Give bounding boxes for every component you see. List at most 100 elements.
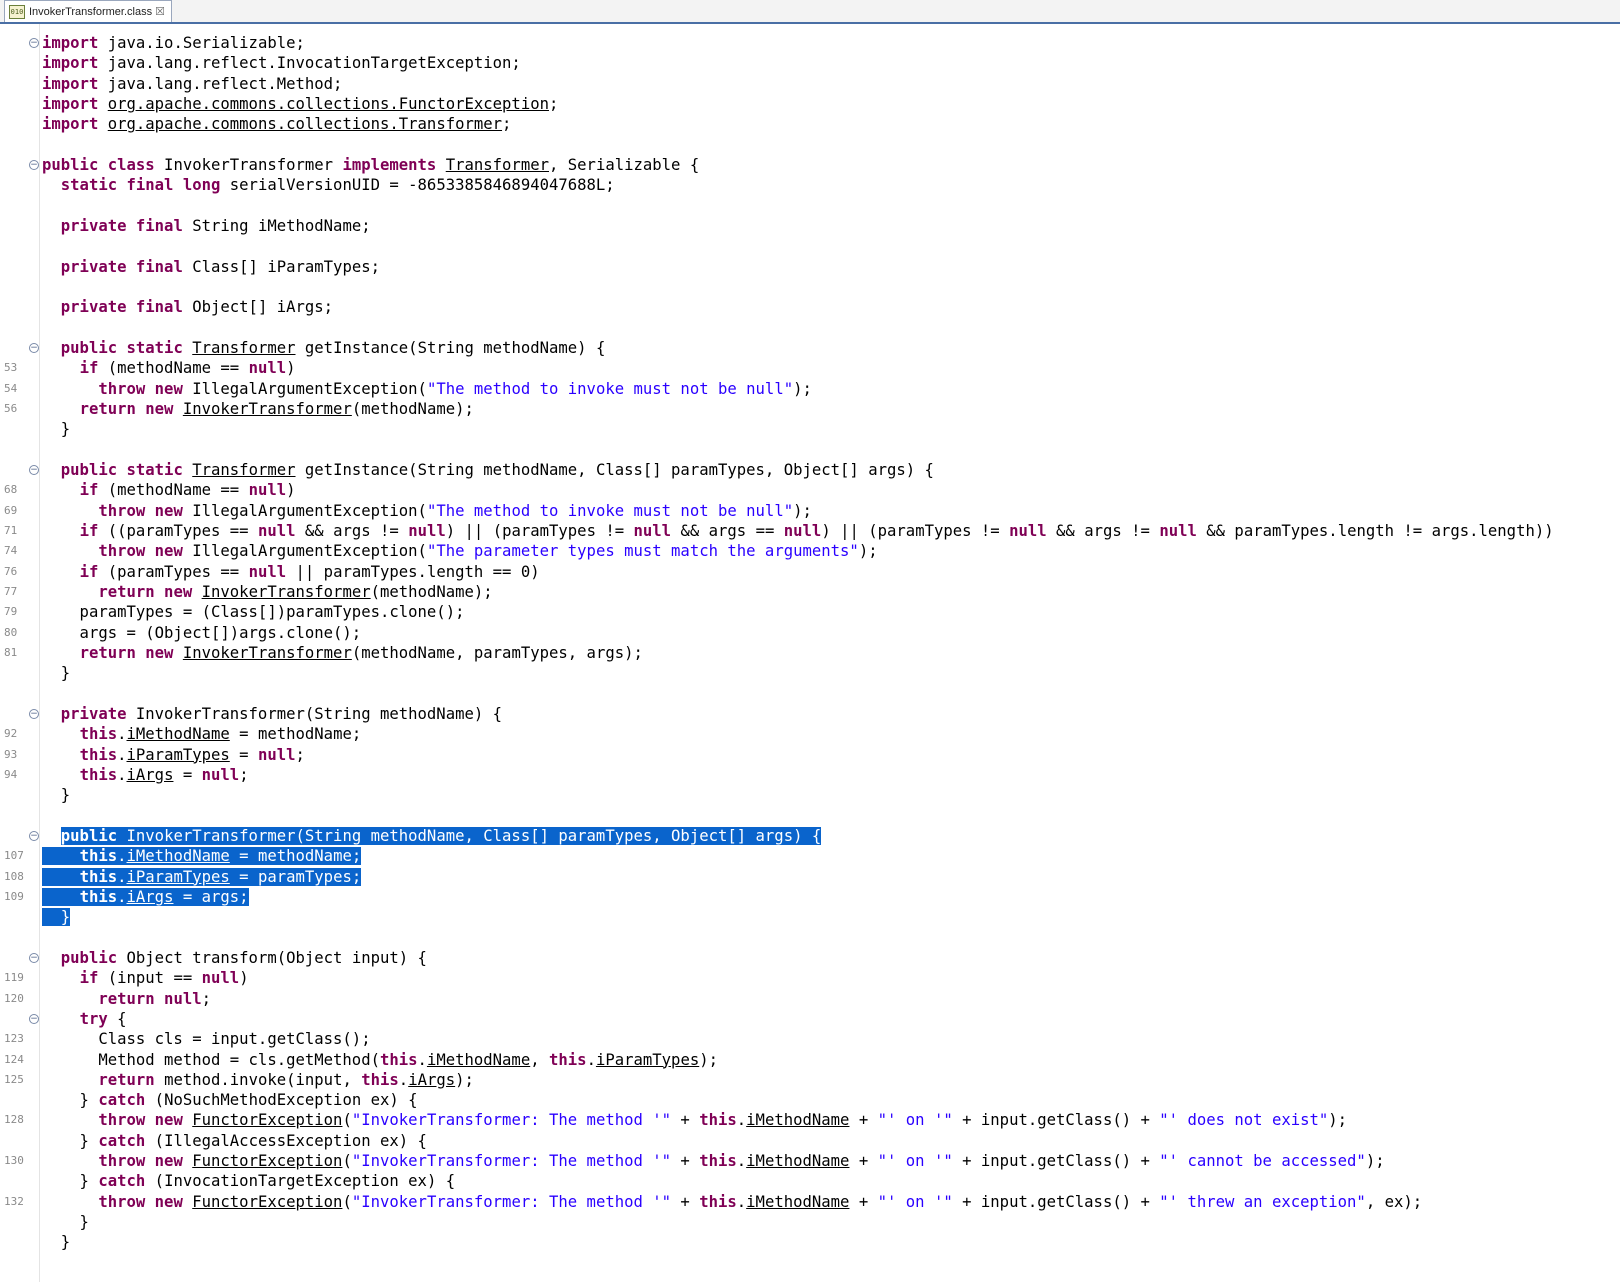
line-number: 123 [4,1032,24,1046]
code-line[interactable]: 80 args = (Object[])args.clone(); [0,623,1620,643]
fold-toggle-icon[interactable]: − [29,1013,39,1024]
code-line[interactable] [0,684,1620,704]
fold-toggle-icon[interactable]: − [29,830,39,841]
code-line[interactable]: − public static Transformer getInstance(… [0,338,1620,358]
code-line[interactable]: private final Class[] iParamTypes; [0,257,1620,277]
code-line[interactable] [0,440,1620,460]
code-text: public class InvokerTransformer implemen… [42,155,700,174]
code-line[interactable]: static final long serialVersionUID = -86… [0,175,1620,195]
code-editor[interactable]: − import java.io.Serializable; import java… [0,24,1620,1282]
code-line[interactable]: import java.lang.reflect.InvocationTarge… [0,53,1620,73]
line-number: 69 [4,503,18,517]
code-line[interactable]: 71 if ((paramTypes == null && args != nu… [0,521,1620,541]
code-line[interactable] [0,318,1620,338]
code-line[interactable]: } catch (InvocationTargetException ex) { [0,1171,1620,1191]
code-line[interactable]: 124 Method method = cls.getMethod(this.i… [0,1050,1620,1070]
code-line[interactable]: 123 Class cls = input.getClass(); [0,1029,1620,1049]
fold-toggle-icon[interactable]: − [29,342,39,353]
code-text: import java.io.Serializable; [42,34,305,52]
code-text: return new InvokerTransformer(methodName… [79,643,643,662]
code-line[interactable]: } [0,419,1620,439]
code-line[interactable]: 54 throw new IllegalArgumentException("T… [0,379,1620,399]
code-text: import org.apache.commons.collections.Fu… [42,94,559,113]
code-line[interactable]: − public static Transformer getInstance(… [0,460,1620,480]
code-line[interactable]: 109 this.iArgs = args; [0,887,1620,907]
code-line[interactable]: 108 this.iParamTypes = paramTypes; [0,867,1620,887]
code-line[interactable]: 76 if (paramTypes == null || paramTypes.… [0,562,1620,582]
code-line[interactable]: 68 if (methodName == null) [0,480,1620,500]
code-line[interactable]: import org.apache.commons.collections.Fu… [0,94,1620,114]
code-line[interactable]: } catch (NoSuchMethodException ex) { [0,1090,1620,1110]
fold-toggle-icon[interactable]: − [29,159,39,170]
code-line[interactable]: } [0,1212,1620,1232]
code-line[interactable]: } [0,907,1620,927]
code-line[interactable] [0,236,1620,256]
code-line[interactable] [0,806,1620,826]
code-text: public static Transformer getInstance(St… [60,338,606,357]
code-text: this.iParamTypes = null; [79,745,305,764]
code-line[interactable]: 120 return null; [0,989,1620,1009]
fold-toggle-icon[interactable]: − [29,464,39,475]
code-text: public static Transformer getInstance(St… [60,460,934,479]
code-line[interactable]: − import java.io.Serializable; [0,33,1620,53]
code-line[interactable]: } [0,663,1620,683]
code-line[interactable] [0,928,1620,948]
line-number: 92 [4,727,18,741]
code-line[interactable]: 125 return method.invoke(input, this.iAr… [0,1070,1620,1090]
editor-tab[interactable]: 010 InvokerTransformer.class ☒ [4,0,172,22]
line-number: 125 [4,1072,24,1086]
code-line[interactable]: − public class InvokerTransformer impleme… [0,155,1620,175]
code-line[interactable] [0,135,1620,155]
code-line[interactable]: 132 throw new FunctorException("InvokerT… [0,1192,1620,1212]
code-text: public Object transform(Object input) { [60,948,427,967]
code-line[interactable]: 69 throw new IllegalArgumentException("T… [0,501,1620,521]
code-line[interactable]: − try { [0,1009,1620,1029]
code-line[interactable]: 79 paramTypes = (Class[])paramTypes.clon… [0,602,1620,622]
code-line[interactable]: 93 this.iParamTypes = null; [0,745,1620,765]
code-text: } catch (InvocationTargetException ex) { [42,1172,456,1191]
code-line[interactable]: − public InvokerTransformer(String metho… [0,826,1620,846]
code-text: } catch (NoSuchMethodException ex) { [42,1091,418,1110]
code-line[interactable] [0,277,1620,297]
line-number: 81 [4,645,18,659]
code-line[interactable] [0,196,1620,216]
code-text: this.iArgs = args; [42,887,249,907]
fold-toggle-icon[interactable]: − [29,38,39,48]
code-line[interactable]: 56 return new InvokerTransformer(methodN… [0,399,1620,419]
code-text: return null; [98,989,212,1008]
code-line[interactable]: 53 if (methodName == null) [0,358,1620,378]
code-line[interactable]: private final String iMethodName; [0,216,1620,236]
close-icon[interactable]: ☒ [155,5,165,18]
code-line[interactable]: private final Object[] iArgs; [0,297,1620,317]
code-line[interactable]: 74 throw new IllegalArgumentException("T… [0,541,1620,561]
line-number: 54 [4,381,18,395]
code-text: if (methodName == null) [79,481,296,500]
code-line[interactable]: 77 return new InvokerTransformer(methodN… [0,582,1620,602]
code-line[interactable]: import org.apache.commons.collections.Tr… [0,114,1620,134]
code-line[interactable]: − private InvokerTransformer(String meth… [0,704,1620,724]
code-text: if (input == null) [79,969,249,988]
code-line[interactable]: 119 if (input == null) [0,968,1620,988]
code-line[interactable]: 94 this.iArgs = null; [0,765,1620,785]
code-line[interactable]: 107 this.iMethodName = methodName; [0,846,1620,866]
code-text: return method.invoke(input, this.iArgs); [98,1070,474,1089]
tab-title: InvokerTransformer.class [29,5,153,18]
code-line[interactable]: } catch (IllegalAccessException ex) { [0,1131,1620,1151]
code-text: import java.lang.reflect.InvocationTarge… [42,54,521,73]
line-number: 71 [4,523,18,537]
code-line[interactable]: 130 throw new FunctorException("InvokerT… [0,1151,1620,1171]
code-line[interactable]: − public Object transform(Object input) … [0,948,1620,968]
code-line[interactable]: import java.lang.reflect.Method; [0,74,1620,94]
code-text: } [42,908,71,927]
fold-toggle-icon[interactable]: − [29,952,39,963]
code-line[interactable]: 81 return new InvokerTransformer(methodN… [0,643,1620,663]
code-text: this.iMethodName = methodName; [79,725,362,744]
line-number: 132 [4,1194,24,1208]
code-line[interactable]: 128 throw new FunctorException("InvokerT… [0,1110,1620,1130]
code-line[interactable]: 92 this.iMethodName = methodName; [0,724,1620,744]
code-text: } [42,786,71,805]
code-line[interactable]: } [0,1232,1620,1252]
line-number: 119 [4,971,24,985]
fold-toggle-icon[interactable]: − [29,708,39,719]
code-line[interactable]: } [0,785,1620,805]
